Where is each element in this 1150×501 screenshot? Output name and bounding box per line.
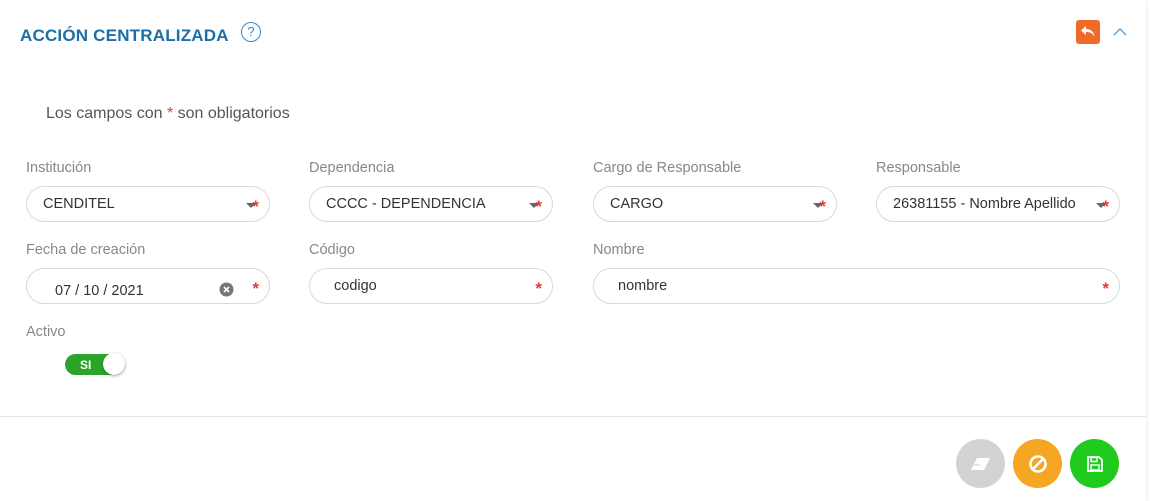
cargo-select[interactable]: CARGO * xyxy=(593,186,837,222)
page-title: ACCIÓN CENTRALIZADA xyxy=(20,26,229,45)
floppy-disk-icon xyxy=(1086,455,1103,472)
required-note-suffix: son obligatorios xyxy=(173,105,290,122)
dependencia-label: Dependencia xyxy=(309,160,395,176)
clear-button[interactable] xyxy=(956,439,1005,488)
required-asterisk: * xyxy=(535,279,542,298)
activo-label: Activo xyxy=(26,324,66,340)
eraser-icon xyxy=(970,457,990,470)
institucion-value: CENDITEL xyxy=(43,196,115,212)
fecha-value: 07 / 10 / 2021 xyxy=(55,283,144,299)
codigo-input[interactable]: codigo * xyxy=(309,268,553,304)
fecha-date-input[interactable]: 07 / 10 / 2021 * xyxy=(26,268,270,304)
clear-date-icon[interactable] xyxy=(219,282,234,297)
required-asterisk: * xyxy=(1102,197,1109,216)
toggle-knob xyxy=(103,353,125,375)
cargo-label: Cargo de Responsable xyxy=(593,160,742,176)
save-button[interactable] xyxy=(1070,439,1119,488)
undo-button[interactable] xyxy=(1076,20,1100,44)
nombre-label: Nombre xyxy=(593,242,645,258)
toggle-text: SI xyxy=(80,358,92,372)
codigo-label: Código xyxy=(309,242,355,258)
chevron-up-icon[interactable] xyxy=(1110,24,1130,40)
required-note-prefix: Los campos con xyxy=(46,105,167,122)
cancel-button[interactable] xyxy=(1013,439,1062,488)
responsable-label: Responsable xyxy=(876,160,961,176)
responsable-select[interactable]: 26381155 - Nombre Apellido * xyxy=(876,186,1120,222)
required-asterisk: * xyxy=(252,197,259,216)
dependencia-select[interactable]: CCCC - DEPENDENCIA * xyxy=(309,186,553,222)
institucion-select[interactable]: CENDITEL * xyxy=(26,186,270,222)
form-card: ACCIÓN CENTRALIZADA ? Los campos con * s… xyxy=(0,0,1146,501)
ban-icon xyxy=(1028,454,1047,473)
responsable-value: 26381155 - Nombre Apellido xyxy=(893,196,1076,212)
codigo-value: codigo xyxy=(334,278,377,294)
required-asterisk: * xyxy=(819,197,826,216)
required-asterisk: * xyxy=(252,279,259,298)
fecha-label: Fecha de creación xyxy=(26,242,146,258)
institucion-label: Institución xyxy=(26,160,92,176)
question-circle-icon[interactable]: ? xyxy=(241,22,261,42)
activo-toggle[interactable]: SI xyxy=(65,353,125,375)
undo-icon xyxy=(1081,26,1095,37)
required-fields-note: Los campos con * son obligatorios xyxy=(46,105,290,123)
nombre-input[interactable]: nombre * xyxy=(593,268,1120,304)
cargo-value: CARGO xyxy=(610,196,664,212)
required-asterisk: * xyxy=(1102,279,1109,298)
required-asterisk: * xyxy=(535,197,542,216)
nombre-value: nombre xyxy=(618,278,668,294)
footer-divider xyxy=(0,416,1146,417)
dependencia-value: CCCC - DEPENDENCIA xyxy=(326,196,486,212)
